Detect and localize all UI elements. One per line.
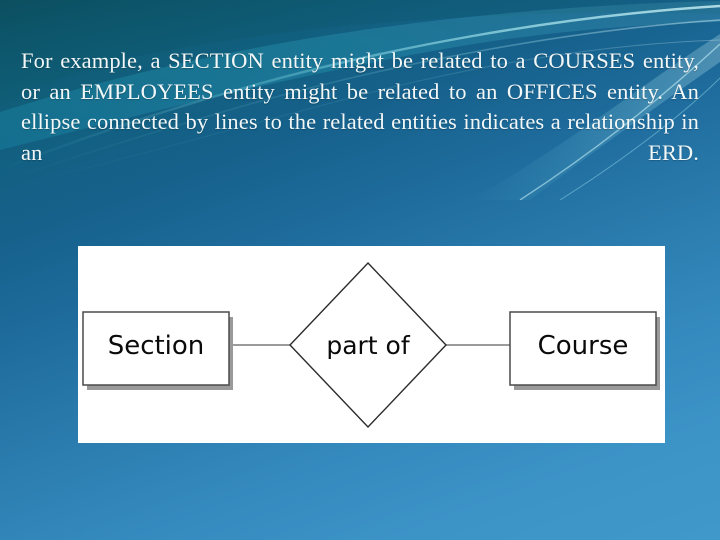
slide-body-text: For example, a SECTION entity might be r…	[21, 48, 699, 165]
relationship-part-of[interactable]: part of	[289, 261, 447, 429]
entity-section-label: Section	[108, 331, 205, 361]
relationship-label: part of	[326, 331, 411, 360]
erd-diagram: Section part of Course	[82, 261, 660, 429]
slide-canvas: For example, a SECTION entity might be r…	[0, 0, 720, 540]
entity-course[interactable]: Course	[509, 311, 660, 390]
entity-course-label: Course	[538, 331, 629, 361]
erd-diagram-panel: Section part of Course	[78, 246, 665, 443]
entity-section[interactable]: Section	[82, 311, 233, 390]
